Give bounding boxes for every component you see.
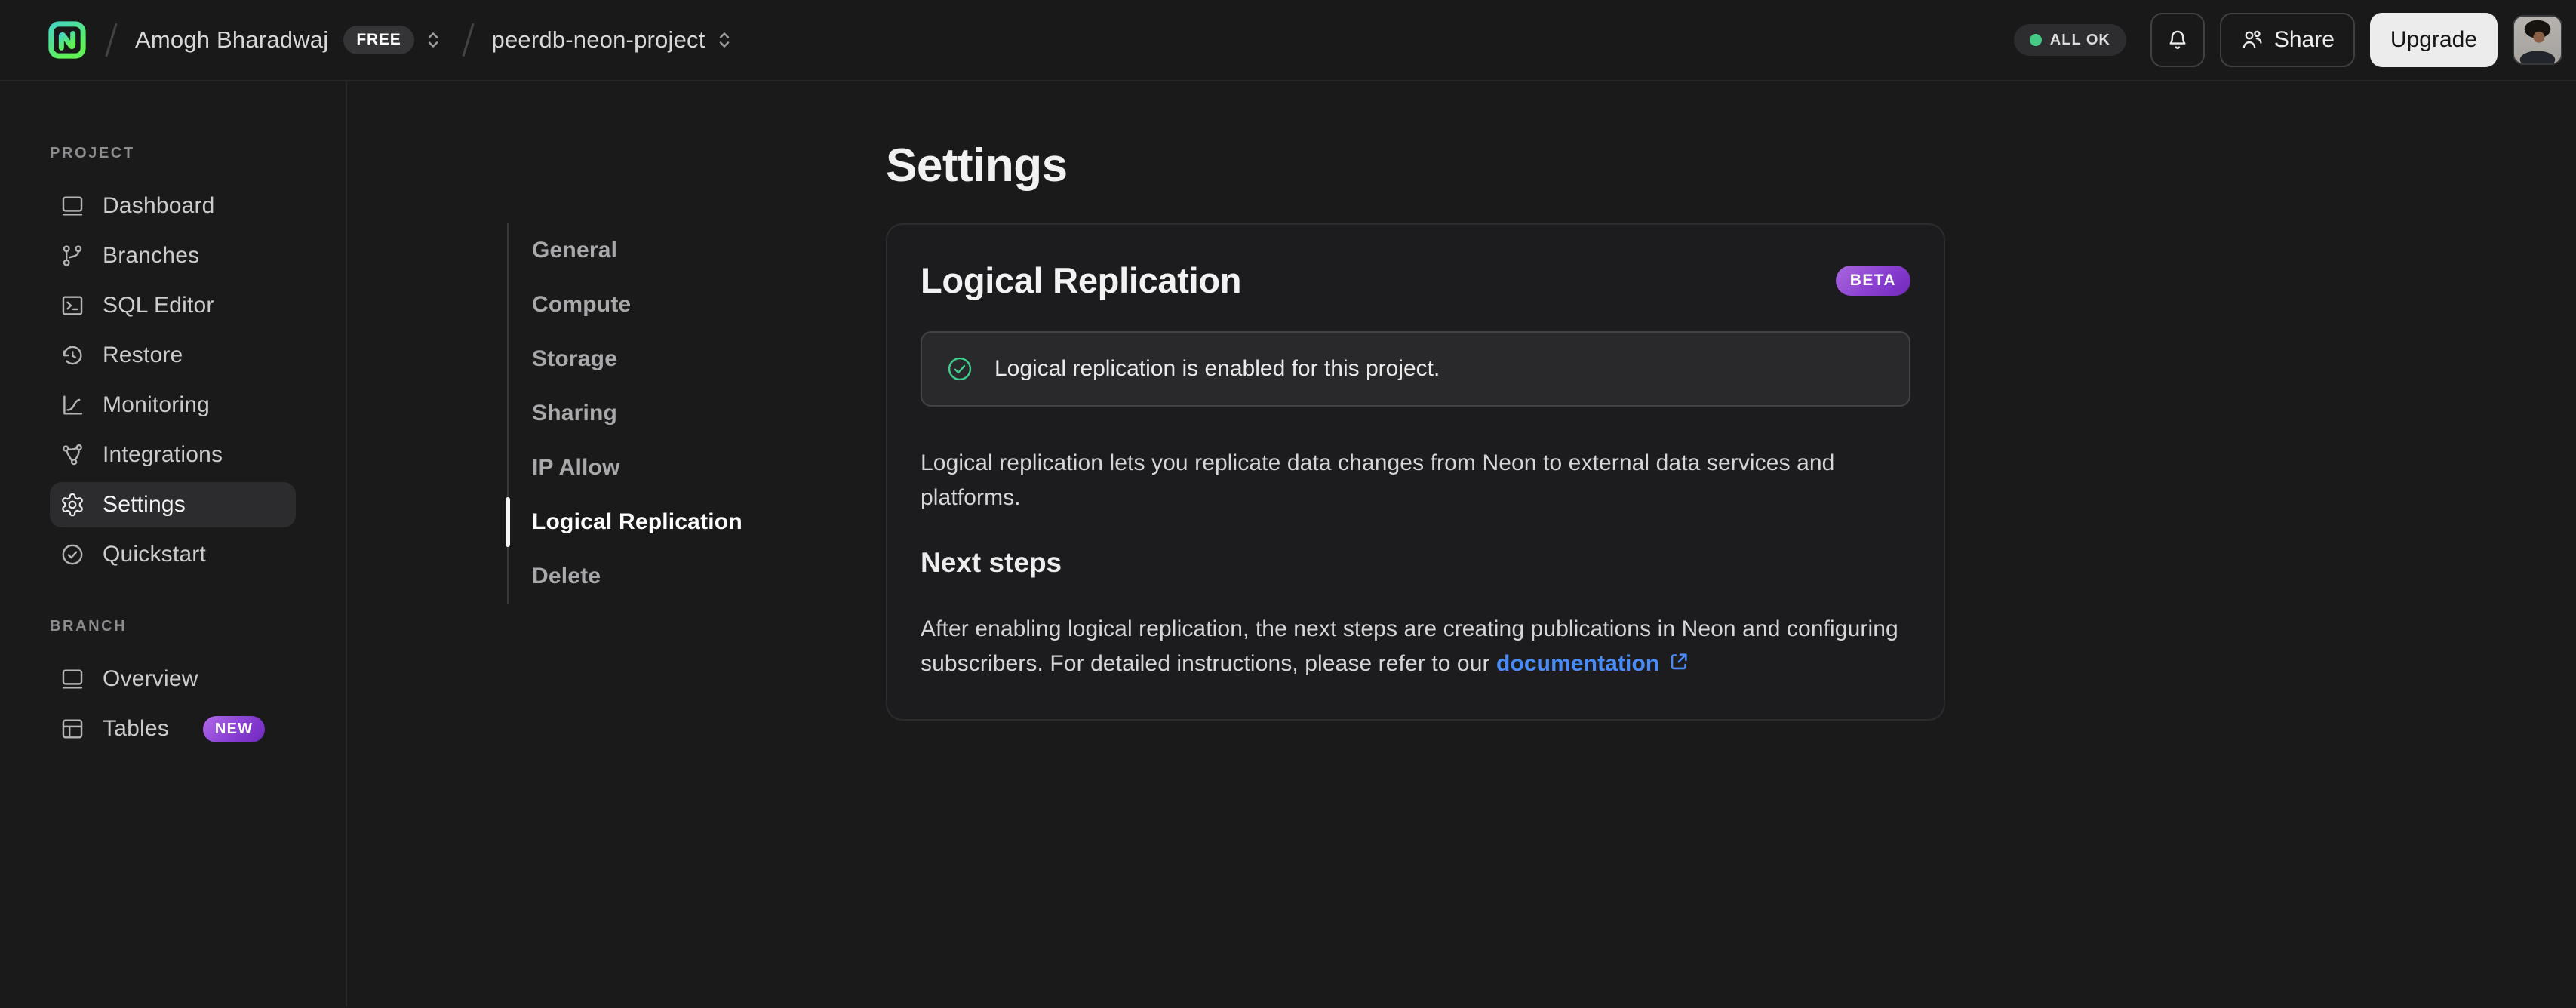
breadcrumb-slash xyxy=(461,23,475,57)
status-text: ALL OK xyxy=(2049,31,2110,48)
sidebar-item-label: Overview xyxy=(103,666,198,691)
integrations-icon xyxy=(60,442,85,468)
project-switcher-caret-icon[interactable] xyxy=(713,29,736,51)
sidebar-item-sql-editor[interactable]: SQL Editor xyxy=(50,283,296,328)
documentation-link[interactable]: documentation xyxy=(1496,651,1659,676)
settings-nav-storage[interactable]: Storage xyxy=(509,332,809,386)
settings-nav-label: Delete xyxy=(532,564,601,589)
neon-logo-icon[interactable] xyxy=(47,20,88,60)
tables-icon xyxy=(60,716,85,742)
sidebar-item-label: Integrations xyxy=(103,442,223,467)
sidebar-item-label: Quickstart xyxy=(103,542,207,567)
card-title: Logical Replication xyxy=(921,260,1242,300)
breadcrumb-slash xyxy=(105,23,118,57)
sidebar-item-settings[interactable]: Settings xyxy=(50,482,296,527)
sidebar-item-quickstart[interactable]: Quickstart xyxy=(50,532,296,577)
breadcrumb-org-name[interactable]: Amogh Bharadwaj xyxy=(135,26,328,54)
settings-icon xyxy=(60,492,85,518)
sidebar-item-label: Tables xyxy=(103,716,169,741)
branches-icon xyxy=(60,243,85,269)
sidebar-item-label: Dashboard xyxy=(103,193,215,218)
sidebar-item-restore[interactable]: Restore xyxy=(50,333,296,378)
settings-nav-label: General xyxy=(532,238,618,263)
sidebar-item-label: Branches xyxy=(103,243,200,268)
users-icon xyxy=(2240,28,2264,52)
restore-icon xyxy=(60,343,85,368)
sidebar-item-label: Monitoring xyxy=(103,392,211,417)
main-content: Settings General Compute Storage Sharing… xyxy=(347,81,2576,1006)
dashboard-icon xyxy=(60,193,85,219)
system-status-pill[interactable]: ALL OK xyxy=(2013,24,2126,56)
sidebar-section-project: PROJECT xyxy=(50,145,135,161)
card-description: Logical replication lets you replicate d… xyxy=(921,450,1835,510)
notifications-button[interactable] xyxy=(2150,13,2205,67)
card-header: Logical Replication BETA xyxy=(921,260,1910,301)
sidebar-item-label: Restore xyxy=(103,343,183,367)
settings-nav-ip-allow[interactable]: IP Allow xyxy=(509,441,809,495)
sidebar-item-integrations[interactable]: Integrations xyxy=(50,432,296,478)
settings-nav-general[interactable]: General xyxy=(509,223,809,278)
settings-nav-compute[interactable]: Compute xyxy=(509,278,809,332)
sidebar-item-tables[interactable]: Tables NEW xyxy=(50,706,296,751)
external-link-icon xyxy=(1667,650,1691,674)
settings-nav-sharing[interactable]: Sharing xyxy=(509,386,809,441)
settings-nav-label: Sharing xyxy=(532,401,618,426)
sidebar-item-branches[interactable]: Branches xyxy=(50,233,296,278)
settings-nav-label: IP Allow xyxy=(532,455,620,480)
sidebar-section-branch: BRANCH xyxy=(50,618,128,635)
user-avatar[interactable] xyxy=(2513,15,2562,65)
monitoring-icon xyxy=(60,392,85,418)
share-button[interactable]: Share xyxy=(2219,13,2355,67)
org-switcher-caret-icon[interactable] xyxy=(422,29,444,51)
sidebar-item-dashboard[interactable]: Dashboard xyxy=(50,183,296,229)
topbar: Amogh Bharadwaj FREE peerdb-neon-project… xyxy=(0,0,2576,81)
next-steps-text-before-link: After enabling logical replication, the … xyxy=(921,616,1898,676)
status-dot-icon xyxy=(2029,34,2042,46)
new-badge: NEW xyxy=(202,715,266,742)
settings-nav-label: Compute xyxy=(532,292,632,317)
success-alert-text: Logical replication is enabled for this … xyxy=(994,356,1440,381)
settings-nav-logical-replication[interactable]: Logical Replication xyxy=(506,495,809,549)
sql-editor-icon xyxy=(60,293,85,318)
beta-badge: BETA xyxy=(1835,265,1910,296)
settings-nav-label: Storage xyxy=(532,346,618,371)
settings-nav-delete[interactable]: Delete xyxy=(509,549,809,604)
page-title: Settings xyxy=(886,140,1068,192)
settings-nav: General Compute Storage Sharing IP Allow… xyxy=(506,223,809,604)
next-steps-text: After enabling logical replication, the … xyxy=(921,612,1910,681)
bell-icon xyxy=(2165,27,2190,53)
sidebar-item-monitoring[interactable]: Monitoring xyxy=(50,383,296,428)
logical-replication-card: Logical Replication BETA Logical replica… xyxy=(886,223,1945,721)
settings-nav-label: Logical Replication xyxy=(532,509,742,534)
quickstart-icon xyxy=(60,542,85,567)
topbar-actions: ALL OK Share Upgrade xyxy=(2013,13,2562,67)
breadcrumb-project-name[interactable]: peerdb-neon-project xyxy=(492,26,705,54)
next-steps-title: Next steps xyxy=(921,547,1062,578)
plan-badge: FREE xyxy=(343,26,414,54)
sidebar-item-label: Settings xyxy=(103,492,186,517)
sidebar-item-label: SQL Editor xyxy=(103,293,214,318)
check-circle-icon xyxy=(945,355,974,383)
share-label: Share xyxy=(2273,27,2335,52)
sidebar-item-overview[interactable]: Overview xyxy=(50,656,296,702)
upgrade-button[interactable]: Upgrade xyxy=(2369,13,2498,67)
sidebar: PROJECT Dashboard Branches SQL Editor Re… xyxy=(0,81,347,1006)
success-alert: Logical replication is enabled for this … xyxy=(921,331,1910,407)
overview-icon xyxy=(60,666,85,692)
